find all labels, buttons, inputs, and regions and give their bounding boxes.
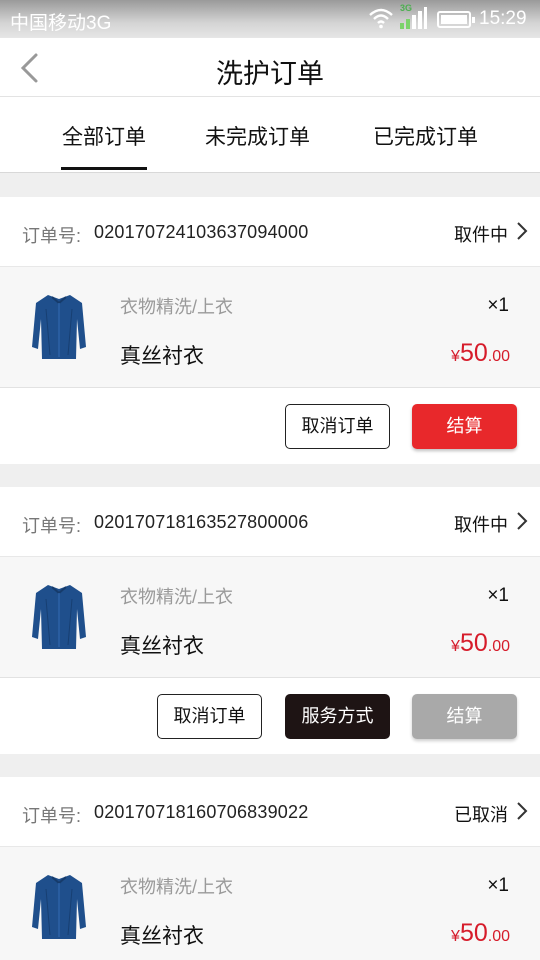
item-category: 衣物精洗/上衣 xyxy=(120,877,234,897)
status-bar: 中国移动3G 3G 15:29 xyxy=(0,0,540,38)
order-number-label: 订单号: xyxy=(22,806,82,826)
order-number: 020170718163527800006 xyxy=(94,512,309,532)
active-tab-indicator xyxy=(61,167,147,170)
item-name: 真丝衬衣 xyxy=(120,925,204,948)
item-name: 真丝衬衣 xyxy=(120,345,204,368)
battery-icon xyxy=(437,11,475,28)
tab-unfinished-orders[interactable]: 未完成订单 xyxy=(205,121,310,151)
tab-all-orders[interactable]: 全部订单 xyxy=(61,121,147,151)
item-name: 真丝衬衣 xyxy=(120,635,204,658)
order-number: 020170724103637094000 xyxy=(94,222,309,242)
order-header[interactable]: 订单号: 020170724103637094000 取件中 xyxy=(0,197,540,267)
chevron-right-icon xyxy=(517,512,528,530)
nav-bar: 洗护订单 xyxy=(0,38,540,97)
chevron-right-icon xyxy=(517,222,528,240)
cancel-order-button[interactable]: 取消订单 xyxy=(157,694,262,739)
cancel-order-button[interactable]: 取消订单 xyxy=(285,404,390,449)
item-price: ¥50.00 xyxy=(451,629,510,657)
order-tabs: 全部订单 未完成订单 已完成订单 xyxy=(0,97,540,173)
order-item[interactable]: 衣物精洗/上衣 真丝衬衣 ×1 ¥50.00 xyxy=(0,847,540,960)
order-number: 020170718160706839022 xyxy=(94,802,309,822)
blue-shirt-image xyxy=(32,585,86,649)
order-status: 已取消 xyxy=(454,805,508,825)
order-status: 取件中 xyxy=(454,515,508,535)
wifi-icon xyxy=(369,8,393,29)
item-quantity: ×1 xyxy=(487,585,509,606)
page-title: 洗护订单 xyxy=(216,59,324,89)
order-actions: 取消订单 结算 xyxy=(0,388,540,464)
item-quantity: ×1 xyxy=(487,875,509,896)
tab-finished-orders[interactable]: 已完成订单 xyxy=(373,121,478,151)
clock: 15:29 xyxy=(479,8,527,29)
order-status: 取件中 xyxy=(454,225,508,245)
item-category: 衣物精洗/上衣 xyxy=(120,297,234,317)
blue-shirt-image xyxy=(32,875,86,939)
order-item[interactable]: 衣物精洗/上衣 真丝衬衣 ×1 ¥50.00 xyxy=(0,557,540,678)
service-method-button[interactable]: 服务方式 xyxy=(285,694,390,739)
chevron-right-icon xyxy=(517,802,528,820)
checkout-button[interactable]: 结算 xyxy=(412,404,517,449)
order-item[interactable]: 衣物精洗/上衣 真丝衬衣 ×1 ¥50.00 xyxy=(0,267,540,388)
order-header[interactable]: 订单号: 020170718163527800006 取件中 xyxy=(0,487,540,557)
order-number-label: 订单号: xyxy=(22,516,82,536)
order-header[interactable]: 订单号: 020170718160706839022 已取消 xyxy=(0,777,540,847)
order-number-label: 订单号: xyxy=(22,226,82,246)
carrier-name: 中国移动3G xyxy=(10,13,112,34)
order-card: 订单号: 020170724103637094000 取件中 衣物精洗/上衣 真… xyxy=(0,197,540,464)
item-price: ¥50.00 xyxy=(451,919,510,947)
item-price: ¥50.00 xyxy=(451,339,510,367)
checkout-button-disabled[interactable]: 结算 xyxy=(412,694,517,739)
signal-icon xyxy=(400,7,427,29)
item-quantity: ×1 xyxy=(487,295,509,316)
order-card: 订单号: 020170718163527800006 取件中 衣物精洗/上衣 真… xyxy=(0,487,540,754)
item-category: 衣物精洗/上衣 xyxy=(120,587,234,607)
order-card: 订单号: 020170718160706839022 已取消 衣物精洗/上衣 真… xyxy=(0,777,540,960)
blue-shirt-image xyxy=(32,295,86,359)
order-actions: 取消订单 服务方式 结算 xyxy=(0,678,540,754)
